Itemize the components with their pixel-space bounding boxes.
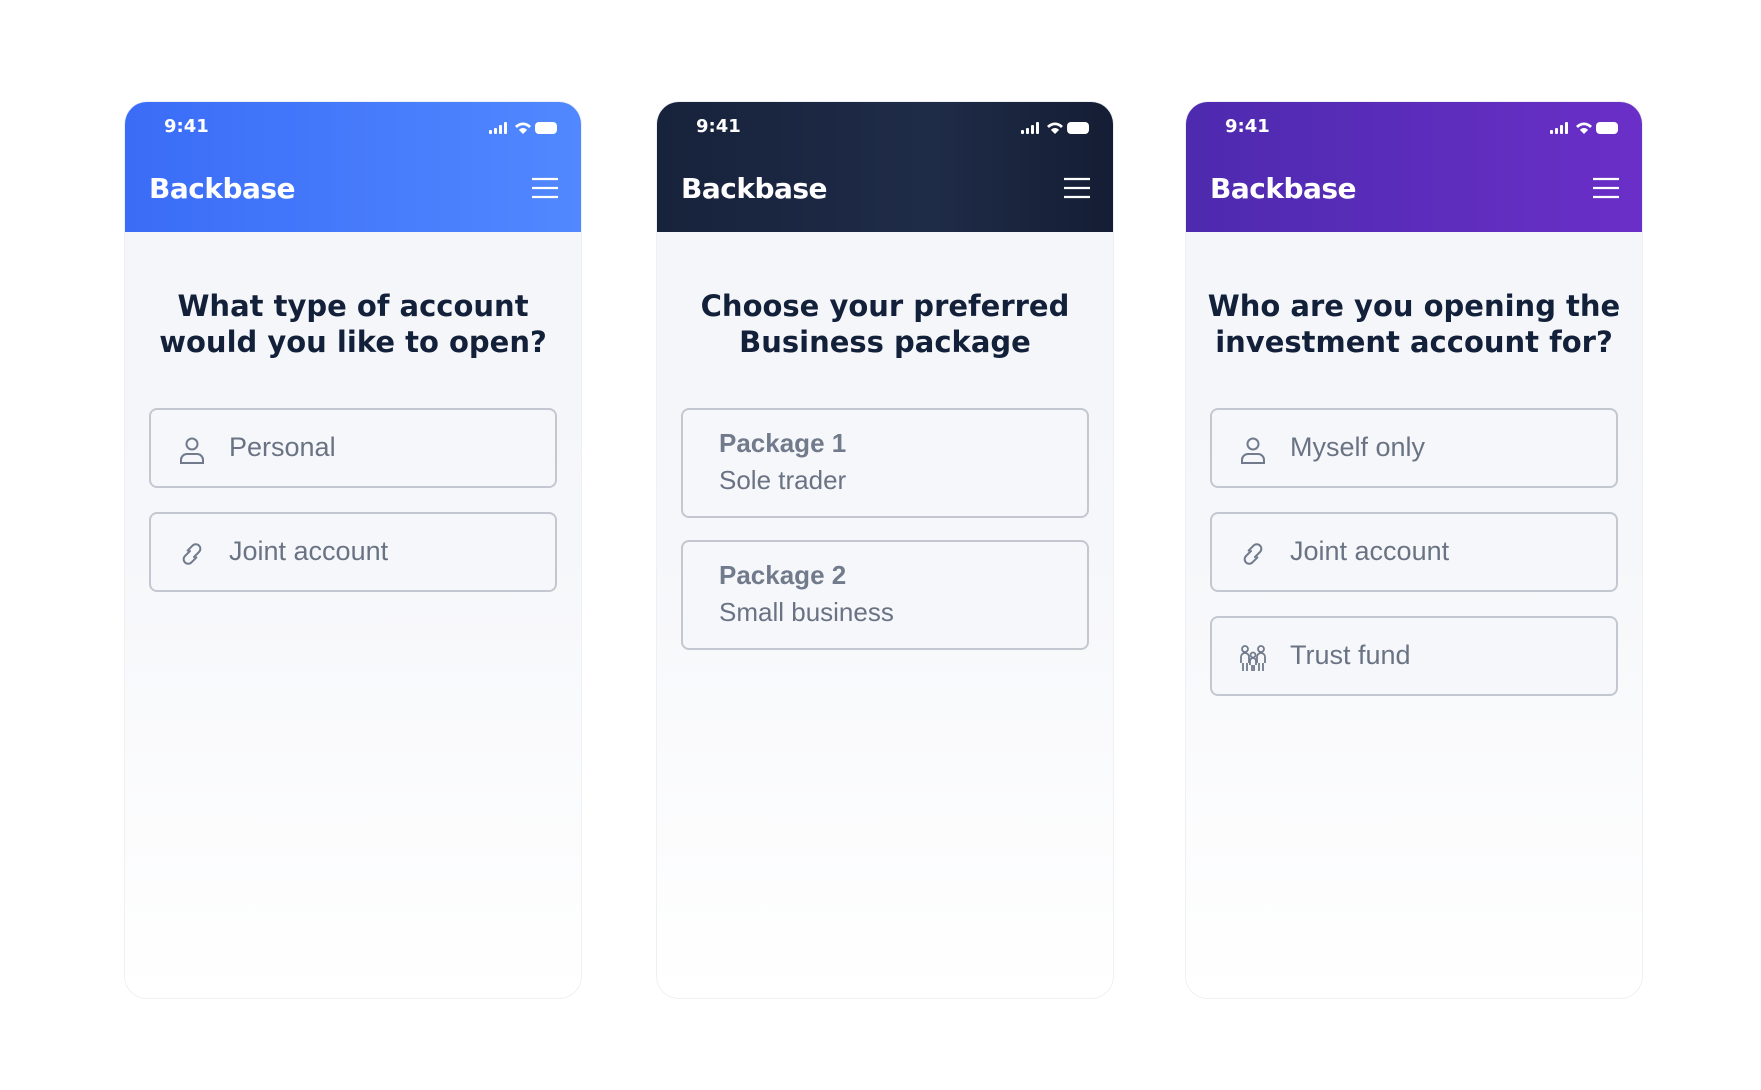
status-icons: [1550, 122, 1618, 134]
package-name: Package 1: [719, 428, 847, 458]
app-header: 9:41 Backbase: [1186, 102, 1642, 232]
option-label: Personal: [229, 432, 336, 462]
option-label: Trust fund: [1290, 640, 1411, 670]
option-label: Joint account: [229, 536, 389, 566]
option-joint-account[interactable]: Joint account: [1210, 512, 1618, 592]
brand-logo: Backbase: [149, 172, 296, 205]
status-icons: [1021, 122, 1089, 134]
option-trust-fund[interactable]: Trust fund: [1210, 616, 1618, 696]
app-header: 9:41 Backbase: [657, 102, 1113, 232]
status-time: 9:41: [696, 116, 741, 137]
page-title: Choose your preferred Business package: [700, 289, 1070, 359]
brand-logo: Backbase: [1210, 172, 1357, 205]
option-label: Myself only: [1290, 432, 1426, 462]
person-icon: [1241, 437, 1265, 464]
link-icon: [1243, 543, 1263, 565]
phone-screen-investment-account: 9:41 Backbase Who are you opening the in…: [1186, 102, 1642, 998]
option-myself-only[interactable]: Myself only: [1210, 408, 1618, 488]
page-title: Who are you opening the investment accou…: [1207, 289, 1621, 359]
hamburger-menu-icon[interactable]: [531, 176, 559, 200]
person-icon: [180, 437, 204, 464]
phone-screen-account-type: 9:41 Backbase What type of account would…: [125, 102, 581, 998]
package-subtitle: Small business: [719, 597, 894, 627]
option-package-1[interactable]: Package 1 Sole trader: [681, 408, 1089, 518]
option-personal[interactable]: Personal: [149, 408, 557, 488]
option-label: Joint account: [1290, 536, 1450, 566]
option-package-2[interactable]: Package 2 Small business: [681, 540, 1089, 650]
hamburger-menu-icon[interactable]: [1063, 176, 1091, 200]
link-icon: [182, 543, 202, 565]
hamburger-menu-icon[interactable]: [1592, 176, 1620, 200]
option-joint-account[interactable]: Joint account: [149, 512, 557, 592]
status-time: 9:41: [164, 116, 209, 137]
status-time: 9:41: [1225, 116, 1270, 137]
package-subtitle: Sole trader: [719, 465, 847, 495]
brand-logo: Backbase: [681, 172, 828, 205]
package-name: Package 2: [719, 560, 847, 590]
status-icons: [489, 122, 557, 134]
page-title: What type of account would you like to o…: [159, 289, 547, 359]
phone-screen-business-package: 9:41 Backbase Choose your preferred Busi…: [657, 102, 1113, 998]
app-header: 9:41 Backbase: [125, 102, 581, 232]
family-icon: [1240, 645, 1266, 671]
